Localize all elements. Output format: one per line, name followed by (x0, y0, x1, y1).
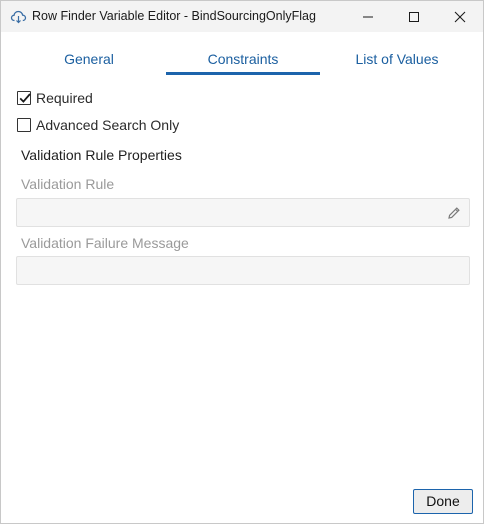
validation-failure-message-field[interactable] (16, 256, 470, 285)
maximize-button[interactable] (391, 1, 437, 32)
pencil-icon[interactable] (446, 205, 462, 226)
tab-general[interactable]: General (13, 45, 165, 75)
advanced-search-only-label: Advanced Search Only (36, 117, 180, 133)
advanced-search-only-checkbox[interactable] (17, 118, 31, 132)
cloud-app-icon (10, 8, 27, 25)
validation-section-title: Validation Rule Properties (21, 147, 182, 163)
required-option[interactable]: Required (17, 89, 93, 107)
tab-list-of-values[interactable]: List of Values (321, 45, 473, 75)
validation-rule-label: Validation Rule (21, 176, 115, 192)
done-button[interactable]: Done (413, 489, 473, 514)
validation-rule-field[interactable] (16, 198, 470, 227)
title-bar[interactable]: Row Finder Variable Editor - BindSourcin… (1, 1, 483, 32)
validation-failure-message-label: Validation Failure Message (21, 235, 189, 251)
window-title: Row Finder Variable Editor - BindSourcin… (32, 9, 316, 23)
tab-constraints[interactable]: Constraints (166, 45, 320, 75)
tab-bar: General Constraints List of Values (1, 45, 483, 75)
minimize-icon (363, 16, 373, 17)
checkmark-icon (19, 93, 31, 103)
close-icon (454, 11, 466, 22)
required-checkbox[interactable] (17, 91, 31, 105)
minimize-button[interactable] (345, 1, 391, 32)
close-button[interactable] (437, 1, 483, 32)
advanced-search-only-option[interactable]: Advanced Search Only (17, 116, 179, 134)
maximize-icon (409, 11, 419, 22)
active-tab-indicator (166, 72, 320, 75)
dialog-window: Row Finder Variable Editor - BindSourcin… (0, 0, 484, 524)
required-label: Required (36, 90, 93, 106)
